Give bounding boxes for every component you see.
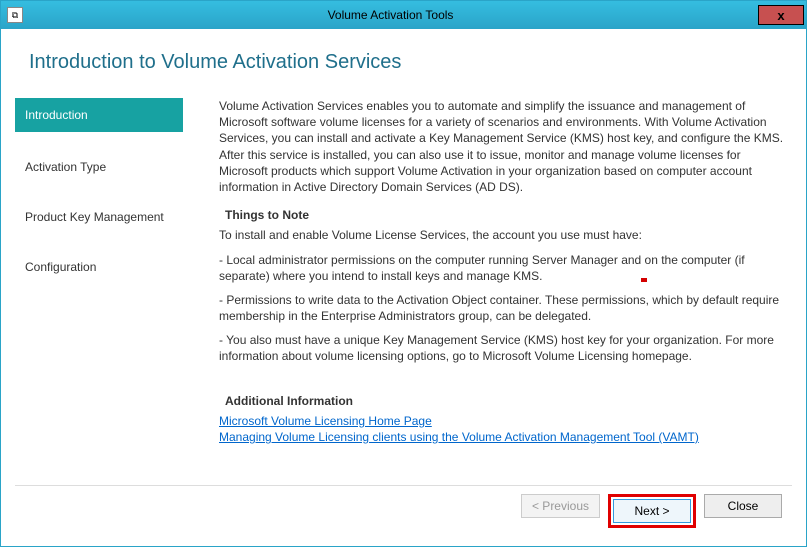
things-to-note-heading: Things to Note (225, 207, 792, 223)
intro-paragraph: Volume Activation Services enables you t… (219, 98, 792, 195)
things-bullet-3: - You also must have a unique Key Manage… (219, 332, 792, 364)
page-title: Introduction to Volume Activation Servic… (29, 51, 792, 74)
nav-item-activation-type[interactable]: Activation Type (15, 152, 183, 182)
next-button-highlight: Next > (608, 494, 696, 528)
things-bullet-1: - Local administrator permissions on the… (219, 252, 792, 284)
next-button[interactable]: Next > (613, 499, 691, 523)
link-vamt[interactable]: Managing Volume Licensing clients using … (219, 430, 699, 444)
close-button[interactable]: Close (704, 494, 782, 518)
window-close-button[interactable]: x (758, 5, 804, 25)
main-content: Volume Activation Services enables you t… (183, 98, 792, 485)
window-title: Volume Activation Tools (23, 8, 758, 22)
wizard-nav: Introduction Activation Type Product Key… (15, 98, 183, 485)
nav-item-introduction[interactable]: Introduction (15, 98, 183, 132)
things-intro: To install and enable Volume License Ser… (219, 227, 792, 243)
nav-item-configuration[interactable]: Configuration (15, 252, 183, 282)
previous-button: < Previous (521, 494, 600, 518)
additional-info-heading: Additional Information (225, 393, 792, 409)
nav-item-product-key-management[interactable]: Product Key Management (15, 202, 183, 232)
body-area: Introduction to Volume Activation Servic… (1, 29, 806, 546)
app-icon: ⧉ (7, 7, 23, 23)
wizard-footer: < Previous Next > Close (15, 485, 792, 538)
content-row: Introduction Activation Type Product Key… (15, 98, 792, 485)
things-bullet-2: - Permissions to write data to the Activ… (219, 292, 792, 324)
link-ms-volume-licensing[interactable]: Microsoft Volume Licensing Home Page (219, 414, 432, 428)
titlebar: ⧉ Volume Activation Tools x (1, 1, 806, 29)
window: ⧉ Volume Activation Tools x Introduction… (0, 0, 807, 547)
